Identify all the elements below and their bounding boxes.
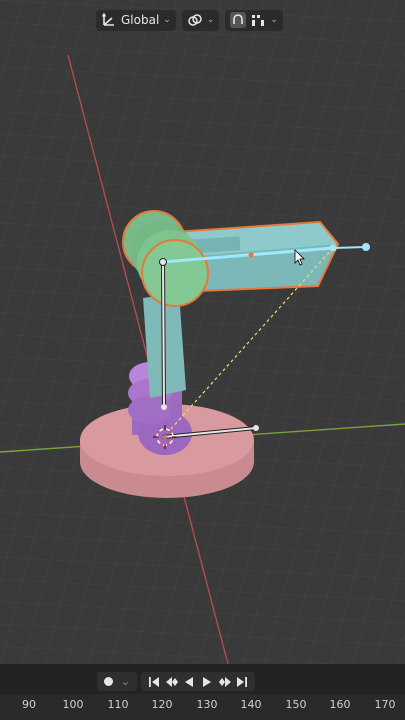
pivot-snap-dropdown[interactable]: ⌄ xyxy=(181,9,220,31)
frame-tick: 120 xyxy=(151,698,173,711)
frame-tick: 130 xyxy=(196,698,218,711)
frame-tick: 100 xyxy=(62,698,84,711)
frame-tick: 150 xyxy=(285,698,307,711)
frame-tick: 110 xyxy=(107,698,129,711)
chevron-down-icon: ⌄ xyxy=(163,15,171,25)
play-reverse-icon[interactable] xyxy=(180,673,198,691)
playback-controls xyxy=(141,672,255,691)
chevron-down-icon: ⌄ xyxy=(206,15,215,25)
jump-start-icon[interactable] xyxy=(145,673,163,691)
snap-increment-icon xyxy=(252,15,265,26)
jump-end-icon[interactable] xyxy=(233,673,251,691)
frame-tick: 170 xyxy=(374,698,396,711)
next-keyframe-icon[interactable] xyxy=(216,673,234,691)
snapping-dropdown[interactable]: ⌄ xyxy=(225,9,283,31)
keyframe-dot-icon xyxy=(103,677,113,686)
transform-orientation-icon xyxy=(101,12,114,26)
transform-orientation-dropdown[interactable]: Global ⌄ xyxy=(96,9,176,31)
timeline-controls: ⌄ xyxy=(0,669,405,693)
timeline-editor: ⌄ 90 100 110 120 130 140 150 160 170 xyxy=(0,664,405,720)
viewport-header-toolbar: Global ⌄ ⌄ ⌄ xyxy=(96,9,283,31)
keyframe-type-dropdown[interactable]: ⌄ xyxy=(97,672,137,691)
chevron-down-icon: ⌄ xyxy=(270,15,278,25)
frame-tick: 140 xyxy=(240,698,262,711)
3d-viewport[interactable] xyxy=(0,0,405,664)
prev-keyframe-icon[interactable] xyxy=(163,673,181,691)
proportional-edit-icon xyxy=(230,12,247,28)
frame-tick: 160 xyxy=(329,698,351,711)
transform-orientation-label: Global xyxy=(121,13,160,27)
snap-link-icon xyxy=(188,14,202,26)
play-icon[interactable] xyxy=(198,673,216,691)
chevron-down-icon: ⌄ xyxy=(120,675,131,688)
frame-tick: 90 xyxy=(22,698,36,711)
frame-ruler[interactable]: 90 100 110 120 130 140 150 160 170 xyxy=(0,694,405,720)
